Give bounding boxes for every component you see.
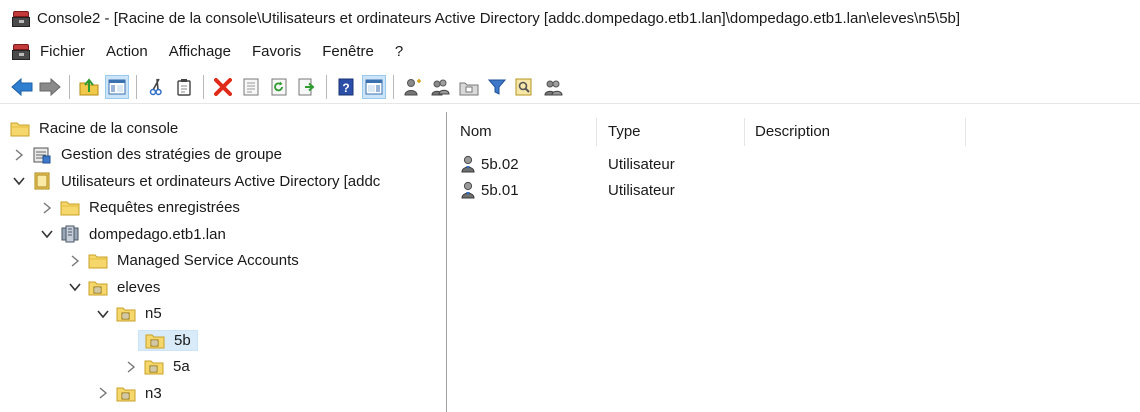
- toolbar-separator: [393, 74, 394, 99]
- chevron-right-icon[interactable]: [12, 148, 26, 162]
- gpo-icon: [32, 146, 52, 164]
- toolbar: ?: [0, 70, 1140, 104]
- mmc-toolbox-icon: [12, 10, 30, 27]
- column-header-nom[interactable]: Nom: [460, 118, 600, 144]
- menu-fichier[interactable]: Fichier: [40, 43, 85, 60]
- ou-icon: [144, 358, 164, 376]
- tree-node-label: 5b: [174, 331, 191, 349]
- chevron-down-icon[interactable]: [40, 227, 54, 241]
- export-list-icon[interactable]: [295, 75, 319, 99]
- menu-action[interactable]: Action: [106, 43, 148, 60]
- chevron-down-icon[interactable]: [12, 174, 26, 188]
- results-list[interactable]: Nom Type Description 5b.02 Utilisateur 5…: [452, 112, 1140, 412]
- toolbar-separator: [326, 74, 327, 99]
- tree-node-label: Gestion des stratégies de groupe: [61, 146, 282, 163]
- menu-fenetre[interactable]: Fenêtre: [322, 43, 374, 60]
- tree-node[interactable]: eleves: [68, 275, 162, 299]
- menu-bar: Fichier Action Affichage Favoris Fenêtre…: [0, 36, 1140, 66]
- folder-icon: [10, 119, 30, 137]
- tree-node-label: dompedago.etb1.lan: [89, 225, 226, 243]
- column-divider[interactable]: [744, 118, 745, 146]
- ou-icon: [116, 305, 136, 323]
- add-to-group-icon[interactable]: [541, 75, 565, 99]
- chevron-right-icon[interactable]: [96, 386, 110, 400]
- folder-icon: [60, 199, 80, 217]
- tree-node-label: n5: [145, 305, 162, 322]
- chevron-right-icon[interactable]: [40, 201, 54, 215]
- chevron-down-icon[interactable]: [96, 307, 110, 321]
- menu-affichage[interactable]: Affichage: [169, 43, 231, 60]
- tree-node-label: Utilisateurs et ordinateurs Active Direc…: [61, 172, 381, 190]
- list-item[interactable]: 5b.01: [460, 178, 519, 202]
- user-name: 5b.01: [481, 181, 519, 199]
- new-group-icon[interactable]: [429, 75, 453, 99]
- tree-node[interactable]: Gestion des stratégies de groupe: [12, 143, 284, 167]
- aduc-icon: [32, 172, 52, 190]
- toolbar-separator: [203, 74, 204, 99]
- column-divider[interactable]: [965, 118, 966, 146]
- tree-node[interactable]: 5a: [124, 355, 192, 379]
- tree-node[interactable]: dompedago.etb1.lan: [40, 222, 228, 246]
- toolbar-separator: [69, 74, 70, 99]
- tree-node[interactable]: Managed Service Accounts: [68, 249, 301, 273]
- domain-icon: [60, 225, 80, 243]
- column-header-type[interactable]: Type: [608, 118, 744, 144]
- ou-icon: [88, 278, 108, 296]
- back-arrow-icon[interactable]: [10, 75, 34, 99]
- ou-icon: [145, 331, 165, 349]
- tree-node-label: n3: [145, 384, 162, 402]
- delete-icon[interactable]: [211, 75, 235, 99]
- user-type: Utilisateur: [608, 155, 675, 173]
- tree-node[interactable]: n3: [96, 381, 164, 405]
- user-type: Utilisateur: [608, 181, 675, 199]
- cut-icon[interactable]: [144, 75, 168, 99]
- chevron-right-icon[interactable]: [124, 360, 138, 374]
- toolbar-separator: [136, 74, 137, 99]
- menu-favoris[interactable]: Favoris: [252, 43, 301, 60]
- user-name: 5b.02: [481, 155, 519, 173]
- forward-arrow-icon[interactable]: [38, 75, 62, 99]
- properties-icon[interactable]: [239, 75, 263, 99]
- show-hide-tree-icon[interactable]: [105, 74, 129, 99]
- tree-node[interactable]: Utilisateurs et ordinateurs Active Direc…: [12, 169, 382, 193]
- column-divider[interactable]: [596, 118, 597, 146]
- new-ou-icon[interactable]: [457, 75, 481, 99]
- tree-node[interactable]: 5b: [124, 328, 198, 352]
- window-title: Console2 - [Racine de la console\Utilisa…: [37, 9, 961, 27]
- refresh-icon[interactable]: [267, 75, 291, 99]
- new-user-icon[interactable]: [401, 75, 425, 99]
- help-icon[interactable]: ?: [334, 75, 358, 99]
- folder-icon: [88, 252, 108, 270]
- tree-node[interactable]: Requêtes enregistrées: [40, 196, 242, 220]
- menu-help[interactable]: ?: [395, 43, 403, 60]
- tree-node[interactable]: n5: [96, 302, 164, 326]
- system-menu-icon[interactable]: [12, 43, 30, 60]
- console-tree[interactable]: Racine de la console Gestion des stratégi…: [0, 112, 447, 412]
- svg-text:?: ?: [342, 81, 349, 95]
- filter-icon[interactable]: [485, 75, 509, 99]
- tree-node-label: Racine de la console: [39, 119, 179, 137]
- user-icon: [460, 181, 478, 199]
- tree-node-label: 5a: [173, 358, 190, 375]
- column-header-description[interactable]: Description: [755, 118, 965, 144]
- show-action-pane-icon[interactable]: [362, 74, 386, 99]
- ou-icon: [116, 384, 136, 402]
- copy-icon[interactable]: [172, 75, 196, 99]
- up-level-icon[interactable]: [77, 75, 101, 99]
- expander-placeholder: [124, 333, 138, 347]
- tree-node-label: Managed Service Accounts: [117, 252, 299, 269]
- chevron-down-icon[interactable]: [68, 280, 82, 294]
- chevron-right-icon[interactable]: [68, 254, 82, 268]
- list-item[interactable]: 5b.02: [460, 152, 519, 176]
- find-icon[interactable]: [513, 75, 537, 99]
- tree-node-label: eleves: [117, 278, 161, 296]
- title-bar: Console2 - [Racine de la console\Utilisa…: [0, 0, 1140, 36]
- tree-node[interactable]: Racine de la console: [10, 116, 180, 140]
- user-icon: [460, 155, 478, 173]
- tree-node-label: Requêtes enregistrées: [89, 199, 240, 216]
